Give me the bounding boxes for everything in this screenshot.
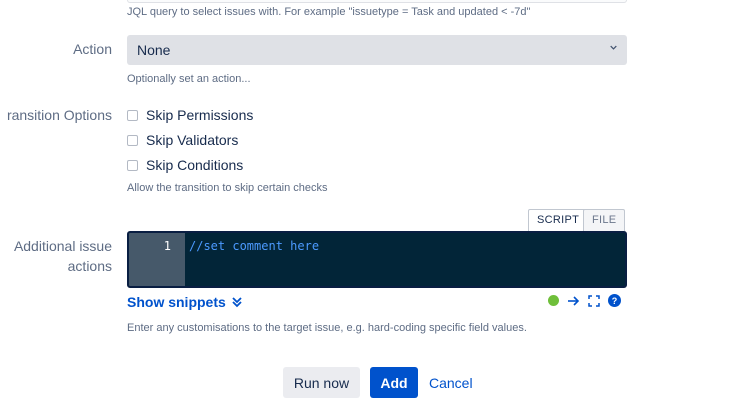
additional-actions-label-line1: Additional issue bbox=[13, 238, 112, 254]
editor-code[interactable]: //set comment here bbox=[189, 239, 319, 253]
skip-permissions-label: Skip Permissions bbox=[146, 107, 254, 123]
action-help-text: Optionally set an action... bbox=[127, 73, 251, 85]
action-select-value: None bbox=[137, 42, 171, 58]
editor-gutter: 1 bbox=[129, 233, 185, 286]
run-now-button[interactable]: Run now bbox=[283, 367, 360, 398]
fullscreen-icon[interactable] bbox=[588, 294, 600, 307]
additional-actions-label: Additional issue actions bbox=[0, 236, 112, 276]
status-ok-icon bbox=[548, 295, 559, 306]
cancel-button[interactable]: Cancel bbox=[424, 367, 483, 398]
skip-permissions-option[interactable]: Skip Permissions bbox=[127, 105, 253, 125]
svg-text:?: ? bbox=[612, 296, 618, 306]
line-number: 1 bbox=[163, 239, 171, 253]
show-snippets-label: Show snippets bbox=[127, 294, 226, 310]
double-chevron-down-icon bbox=[232, 297, 242, 308]
skip-validators-checkbox[interactable] bbox=[127, 134, 138, 146]
transition-help-text: Allow the transition to skip certain che… bbox=[127, 182, 328, 194]
tab-file[interactable]: FILE bbox=[583, 209, 626, 231]
script-editor[interactable]: 1 //set comment here bbox=[127, 231, 627, 288]
chevron-down-icon bbox=[610, 45, 617, 50]
editor-toolbar: ? bbox=[548, 294, 621, 307]
skip-conditions-option[interactable]: Skip Conditions bbox=[127, 155, 243, 175]
skip-conditions-checkbox[interactable] bbox=[127, 159, 138, 171]
additional-actions-help-text: Enter any customisations to the target i… bbox=[127, 322, 527, 334]
skip-permissions-checkbox[interactable] bbox=[127, 109, 138, 121]
show-snippets-link[interactable]: Show snippets bbox=[127, 294, 242, 310]
action-label: Action bbox=[73, 41, 112, 57]
skip-conditions-label: Skip Conditions bbox=[146, 157, 244, 173]
jql-query-input[interactable] bbox=[127, 0, 627, 3]
skip-validators-label: Skip Validators bbox=[146, 132, 239, 148]
jql-help-text: JQL query to select issues with. For exa… bbox=[127, 6, 531, 18]
action-select[interactable]: None bbox=[127, 35, 627, 65]
skip-validators-option[interactable]: Skip Validators bbox=[127, 130, 238, 150]
transition-options-label: ransition Options bbox=[6, 107, 112, 123]
arrow-right-icon[interactable] bbox=[567, 295, 580, 307]
add-button[interactable]: Add bbox=[370, 367, 418, 398]
help-icon[interactable]: ? bbox=[608, 294, 621, 307]
tab-script[interactable]: SCRIPT bbox=[528, 209, 589, 231]
additional-actions-label-line2: actions bbox=[67, 258, 112, 274]
